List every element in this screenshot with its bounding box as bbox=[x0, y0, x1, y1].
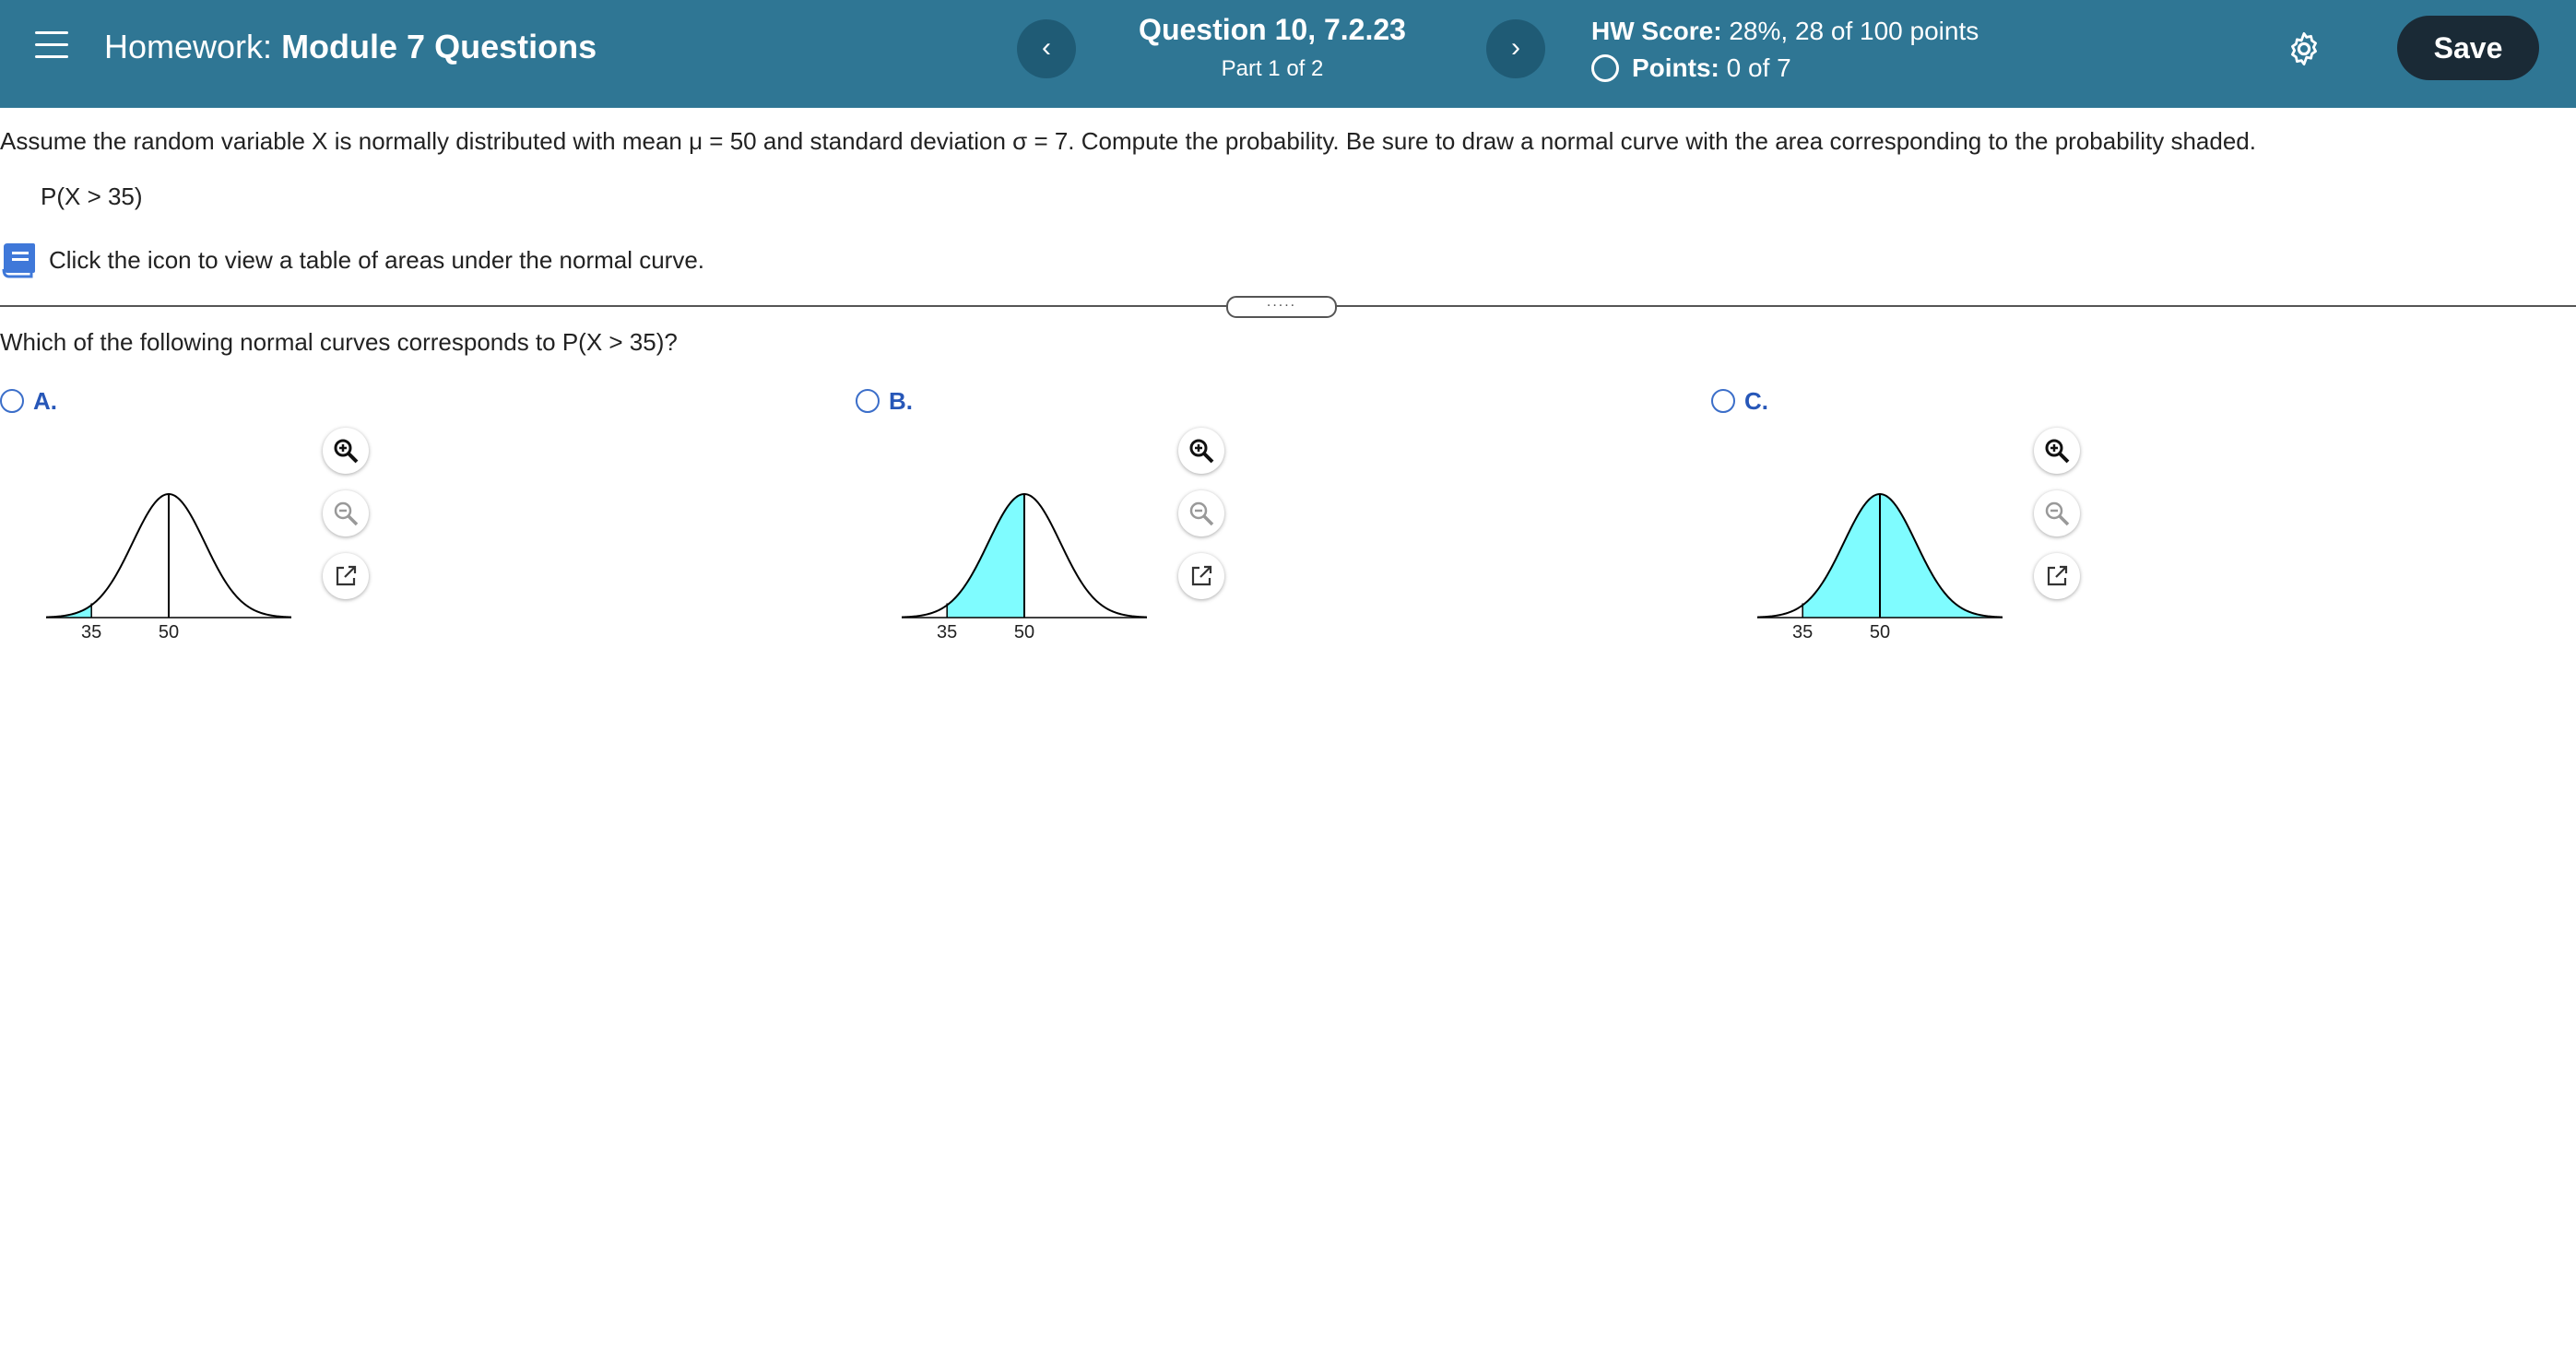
zoom-out-button-b[interactable] bbox=[1178, 490, 1224, 536]
tick-label-50: 50 bbox=[159, 622, 179, 642]
gear-icon[interactable] bbox=[2285, 29, 2323, 68]
tick-label-35: 35 bbox=[1792, 622, 1813, 642]
open-external-button-c[interactable] bbox=[2034, 553, 2080, 599]
score-panel: HW Score: 28%, 28 of 100 points Points: … bbox=[1591, 17, 1979, 83]
zoom-in-button-b[interactable] bbox=[1178, 428, 1224, 474]
zoom-in-button-c[interactable] bbox=[2034, 428, 2080, 474]
open-external-icon bbox=[2047, 565, 2068, 586]
hamburger-menu-icon[interactable] bbox=[35, 31, 68, 59]
zoom-out-icon bbox=[1189, 501, 1214, 526]
normal-curve-a: 35 50 bbox=[45, 492, 292, 642]
points-label: Points: bbox=[1632, 53, 1719, 82]
hw-score-label: HW Score: bbox=[1591, 17, 1722, 45]
top-bar: Homework: Module 7 Questions ‹ Question … bbox=[0, 0, 2576, 108]
normal-curve-c: 35 50 bbox=[1756, 492, 2003, 642]
radio-option-c[interactable] bbox=[1711, 389, 1735, 413]
next-question-button[interactable]: › bbox=[1486, 19, 1545, 78]
homework-prefix: Homework: bbox=[104, 28, 273, 65]
chevron-right-icon: › bbox=[1511, 32, 1520, 63]
homework-title: Homework: Module 7 Questions bbox=[104, 28, 597, 66]
zoom-in-icon bbox=[1189, 439, 1214, 464]
question-part: Part 1 of 2 bbox=[1221, 56, 1324, 81]
shaded-area bbox=[947, 494, 1024, 618]
zoom-in-icon bbox=[334, 439, 359, 464]
zoom-out-button-a[interactable] bbox=[323, 490, 369, 536]
tick-label-50: 50 bbox=[1870, 622, 1890, 642]
option-c-label[interactable]: C. bbox=[1744, 387, 1768, 416]
question-info: Question 10, 7.2.23 Part 1 of 2 bbox=[1097, 13, 1448, 82]
probability-expression: P(X > 35) bbox=[41, 183, 143, 210]
chevron-left-icon: ‹ bbox=[1042, 32, 1051, 63]
zoom-out-button-c[interactable] bbox=[2034, 490, 2080, 536]
shaded-area bbox=[1802, 494, 1989, 618]
question-title: Question 10, 7.2.23 bbox=[1139, 13, 1406, 46]
normal-curve-b: 35 50 bbox=[901, 492, 1148, 642]
hw-score-value: 28%, 28 of 100 points bbox=[1729, 17, 1979, 45]
option-a-label[interactable]: A. bbox=[33, 387, 57, 416]
previous-question-button[interactable]: ‹ bbox=[1017, 19, 1076, 78]
divider-resize-handle[interactable]: ..... bbox=[1226, 295, 1337, 318]
save-button[interactable]: Save bbox=[2397, 16, 2539, 80]
zoom-in-button-a[interactable] bbox=[323, 428, 369, 474]
homework-name: Module 7 Questions bbox=[281, 28, 597, 65]
book-icon[interactable] bbox=[0, 242, 37, 280]
zoom-out-icon bbox=[334, 501, 359, 526]
radio-option-b[interactable] bbox=[856, 389, 880, 413]
zoom-in-icon bbox=[2045, 439, 2070, 464]
table-hint: Click the icon to view a table of areas … bbox=[49, 246, 705, 274]
zoom-out-icon bbox=[2045, 501, 2070, 526]
part-prompt: Which of the following normal curves cor… bbox=[0, 328, 678, 356]
radio-option-a[interactable] bbox=[0, 389, 24, 413]
tick-label-35: 35 bbox=[937, 622, 957, 642]
open-external-button-b[interactable] bbox=[1178, 553, 1224, 599]
tick-label-50: 50 bbox=[1014, 622, 1034, 642]
points-value: 0 of 7 bbox=[1726, 53, 1791, 82]
tick-label-35: 35 bbox=[81, 622, 101, 642]
open-external-icon bbox=[1191, 565, 1212, 586]
question-text: Assume the random variable X is normally… bbox=[0, 127, 2256, 155]
open-external-button-a[interactable] bbox=[323, 553, 369, 599]
option-b-label[interactable]: B. bbox=[889, 387, 913, 416]
open-external-icon bbox=[336, 565, 357, 586]
points-status-icon bbox=[1591, 54, 1619, 82]
